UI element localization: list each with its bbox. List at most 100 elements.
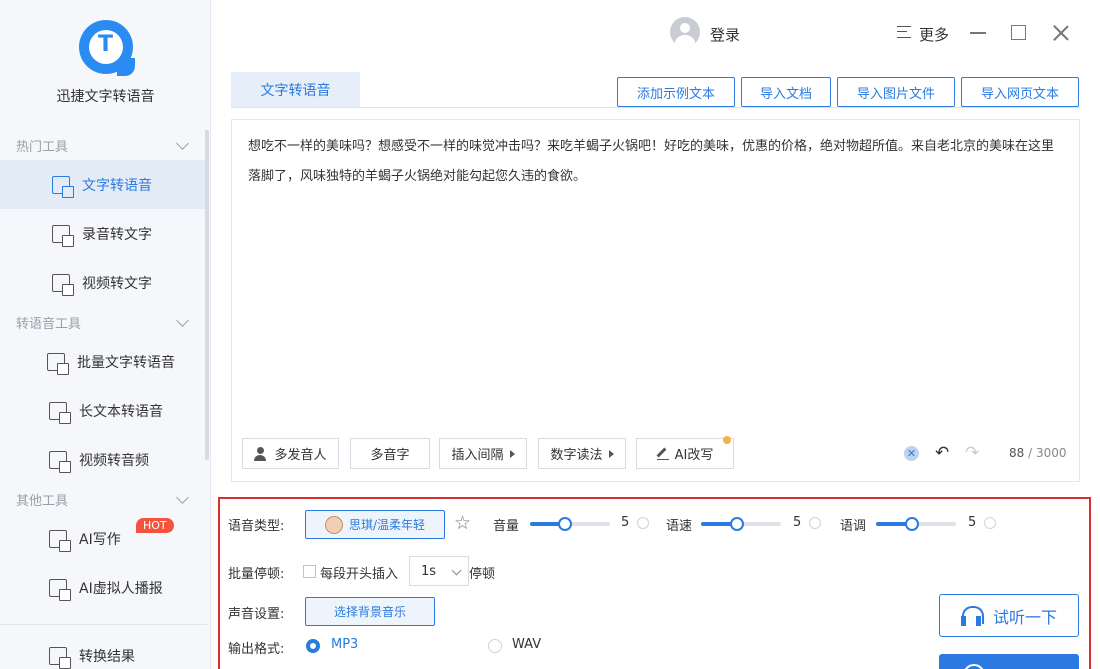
pause-duration-value: 1s: [421, 563, 437, 579]
sidebar-item-video-to-text[interactable]: 视频转文字: [0, 258, 207, 307]
tab-text-to-speech[interactable]: 文字转语音: [231, 72, 360, 108]
voice-type-label: 语音类型:: [228, 519, 285, 534]
login-link[interactable]: 登录: [710, 24, 740, 45]
sidebar: T 迅捷文字转语音 热门工具 文字转语音 录音转文字 视频转文字 转语音工具 批…: [0, 0, 211, 669]
section-title: 热门工具: [16, 140, 69, 155]
person-icon: [254, 446, 268, 461]
voice-name: 思琪/温柔年轻: [348, 518, 426, 532]
pause-duration-select[interactable]: 1s: [409, 556, 469, 586]
button-label: 多发音人: [274, 448, 327, 463]
format-mp3-label[interactable]: MP3: [331, 637, 358, 652]
sidebar-item-text-to-speech[interactable]: 文字转语音: [0, 160, 207, 209]
format-wav-radio[interactable]: [488, 639, 502, 653]
volume-slider[interactable]: [530, 517, 610, 531]
long-text-icon: [49, 401, 71, 424]
pitch-slider-handle[interactable]: [905, 517, 919, 531]
sidebar-item-label: AI写作: [79, 531, 121, 548]
background-music-button[interactable]: 选择背景音乐: [305, 597, 435, 626]
sidebar-item-label: 长文本转语音: [79, 403, 163, 420]
output-format-label: 输出格式:: [228, 642, 285, 657]
batch-tts-icon: [47, 352, 69, 375]
button-label: AI改写: [674, 448, 714, 463]
ai-rewrite-button[interactable]: AI改写: [636, 436, 734, 469]
sidebar-item-label: 转换结果: [79, 648, 135, 665]
format-mp3-radio[interactable]: [306, 639, 320, 653]
convert-button[interactable]: [939, 654, 1079, 669]
button-label: 数字读法: [550, 448, 603, 463]
sidebar-item-video-to-audio[interactable]: 视频转音频: [0, 435, 207, 484]
new-dot-icon: [723, 436, 731, 444]
pause-checkbox-label: 每段开头插入: [320, 567, 399, 582]
user-avatar-icon[interactable]: [670, 17, 700, 47]
chevron-down-icon: [176, 491, 189, 504]
sound-settings-label: 声音设置:: [228, 607, 285, 622]
tab-underline: [231, 107, 1080, 108]
button-label: 插入间隔: [451, 448, 504, 463]
headphone-icon: [960, 605, 984, 626]
sidebar-item-ai-writing[interactable]: AI写作 HOT: [0, 514, 207, 563]
speed-value: 5: [793, 515, 802, 530]
multi-speaker-button[interactable]: 多发音人: [242, 438, 339, 469]
sidebar-item-long-text[interactable]: 长文本转语音: [0, 386, 207, 435]
redo-icon[interactable]: ↷: [965, 443, 979, 463]
close-icon[interactable]: [1052, 24, 1070, 42]
volume-reset-icon[interactable]: [637, 517, 649, 529]
insert-pause-button[interactable]: 插入间隔: [439, 438, 527, 469]
chevron-down-icon: [176, 137, 189, 150]
text-to-speech-icon: [52, 175, 74, 198]
speed-slider-handle[interactable]: [730, 517, 744, 531]
volume-slider-handle[interactable]: [558, 517, 572, 531]
text-editor[interactable]: 想吃不一样的美味吗？想感受不一样的味觉冲击吗？来吃羊蝎子火锅吧！好吃的美味，优惠…: [231, 119, 1080, 482]
maximize-icon[interactable]: [1011, 25, 1026, 40]
clear-text-icon[interactable]: ✕: [904, 446, 919, 461]
pen-icon: [656, 448, 669, 460]
pause-checkbox[interactable]: [303, 565, 316, 578]
audio-to-text-icon: [52, 224, 74, 247]
char-counter: 88 / 3000: [1009, 446, 1067, 460]
chevron-down-icon: [451, 565, 462, 576]
add-sample-text-button[interactable]: 添加示例文本: [617, 77, 735, 107]
volume-value: 5: [621, 515, 630, 530]
sidebar-divider: [0, 624, 207, 625]
more-menu[interactable]: 更多: [919, 24, 949, 45]
batch-pause-label: 批量停顿:: [228, 567, 285, 582]
section-hot-tools[interactable]: 热门工具: [16, 136, 191, 155]
sidebar-item-label: 录音转文字: [82, 226, 152, 243]
import-document-button[interactable]: 导入文档: [741, 77, 831, 107]
sidebar-item-label: 视频转音频: [79, 452, 149, 469]
editor-content[interactable]: 想吃不一样的美味吗？想感受不一样的味觉冲击吗？来吃羊蝎子火锅吧！好吃的美味，优惠…: [248, 132, 1063, 192]
result-icon: [49, 646, 71, 669]
app-logo-block: T 迅捷文字转语音: [0, 20, 211, 106]
sidebar-item-label: 视频转文字: [82, 275, 152, 292]
pitch-label: 语调: [840, 519, 867, 534]
preview-button[interactable]: 试听一下: [939, 594, 1079, 637]
sidebar-scrollbar[interactable]: [205, 130, 209, 460]
virtual-anchor-icon: [49, 578, 71, 601]
import-image-button[interactable]: 导入图片文件: [837, 77, 955, 107]
number-reading-button[interactable]: 数字读法: [538, 438, 626, 469]
app-logo-icon: T: [78, 20, 135, 76]
sidebar-item-batch-tts[interactable]: 批量文字转语音: [0, 337, 207, 386]
section-other-tools[interactable]: 其他工具: [16, 490, 191, 509]
sidebar-item-audio-to-text[interactable]: 录音转文字: [0, 209, 207, 258]
pitch-slider[interactable]: [876, 517, 956, 531]
chevron-down-icon: [176, 314, 189, 327]
speed-slider[interactable]: [701, 517, 781, 531]
import-webpage-button[interactable]: 导入网页文本: [961, 77, 1079, 107]
voice-select-button[interactable]: 思琪/温柔年轻: [305, 510, 445, 539]
sidebar-item-label: 批量文字转语音: [77, 354, 175, 371]
speed-reset-icon[interactable]: [809, 517, 821, 529]
format-wav-label[interactable]: WAV: [512, 637, 541, 652]
sidebar-item-virtual-anchor[interactable]: AI虚拟人播报: [0, 563, 207, 612]
section-tts-tools[interactable]: 转语音工具: [16, 313, 191, 332]
hot-badge: HOT: [136, 518, 174, 533]
sidebar-item-results[interactable]: 转换结果: [0, 631, 207, 669]
undo-icon[interactable]: ↶: [935, 443, 949, 463]
menu-icon[interactable]: [897, 26, 911, 38]
voice-avatar: [324, 515, 343, 534]
volume-label: 音量: [493, 519, 520, 534]
pitch-reset-icon[interactable]: [984, 517, 996, 529]
polyphone-button[interactable]: 多音字: [350, 438, 430, 469]
minimize-icon[interactable]: [970, 32, 986, 34]
favorite-star-icon[interactable]: ☆: [454, 512, 471, 534]
